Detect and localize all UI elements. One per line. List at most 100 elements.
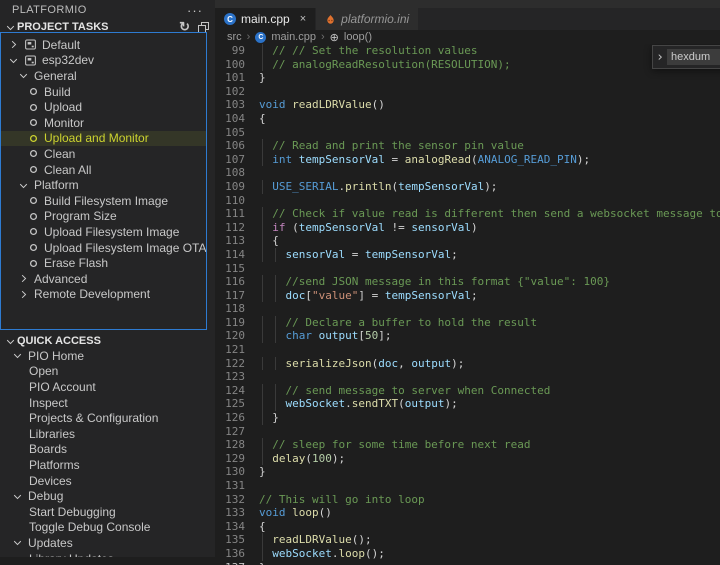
code-line-125[interactable]: 125 webSocket.sendTXT(output); bbox=[215, 397, 720, 412]
sidebar-item-build[interactable]: Build bbox=[1, 84, 206, 100]
code-line-122[interactable]: 122 serializeJson(doc, output); bbox=[215, 356, 720, 371]
sidebar-item-platform[interactable]: Platform bbox=[1, 177, 206, 193]
quick-access-title: QUICK ACCESS bbox=[17, 335, 101, 347]
line-number: 124 bbox=[225, 383, 245, 397]
code-line-110[interactable]: 110 bbox=[215, 194, 720, 208]
line-number: 105 bbox=[225, 125, 245, 139]
code-line-106[interactable]: 106 // Read and print the sensor pin val… bbox=[215, 139, 720, 153]
code-line-99[interactable]: 99 // // Set the resolution values bbox=[215, 44, 720, 58]
task-circle-icon bbox=[28, 86, 39, 97]
breadcrumb-file[interactable]: main.cpp bbox=[271, 31, 316, 43]
sidebar-item-erase-flash[interactable]: Erase Flash bbox=[1, 255, 206, 271]
code-text: } bbox=[259, 411, 279, 425]
quick-access-header[interactable]: QUICK ACCESS bbox=[0, 334, 215, 348]
item-label: Advanced bbox=[34, 271, 88, 286]
code-text: delay(100); bbox=[259, 451, 345, 466]
breadcrumb-src[interactable]: src bbox=[227, 31, 242, 43]
code-line-137[interactable]: 137} bbox=[215, 561, 720, 565]
chevron-down-icon bbox=[4, 336, 17, 347]
sidebar-item-library-updates[interactable]: Library Updates bbox=[0, 551, 215, 557]
line-number: 132 bbox=[225, 492, 245, 506]
sidebar-item-devices[interactable]: Devices bbox=[0, 473, 215, 489]
sidebar-item-pio-home[interactable]: PIO Home bbox=[0, 348, 215, 364]
code-line-135[interactable]: 135 readLDRValue(); bbox=[215, 533, 720, 547]
code-text: } bbox=[259, 465, 266, 479]
item-label: Monitor bbox=[44, 115, 85, 130]
sidebar-item-upload-and-monitor[interactable]: Upload and Monitor bbox=[1, 130, 206, 147]
sidebar-item-upload[interactable]: Upload bbox=[1, 99, 206, 115]
sidebar-item-general[interactable]: General bbox=[1, 68, 206, 84]
tab-platformio-ini[interactable]: platformio.ini bbox=[316, 8, 420, 30]
code-line-107[interactable]: 107 int tempSensorVal = analogRead(ANALO… bbox=[215, 152, 720, 167]
code-line-100[interactable]: 100 // analogReadResolution(RESOLUTION); bbox=[215, 57, 720, 72]
sidebar-item-program-size[interactable]: Program Size bbox=[1, 209, 206, 225]
line-number: 136 bbox=[225, 546, 245, 560]
code-line-103[interactable]: 103 void readLDRValue() bbox=[215, 98, 720, 112]
code-line-101[interactable]: 101} bbox=[215, 71, 720, 85]
sidebar-item-inspect[interactable]: Inspect bbox=[0, 395, 215, 411]
chevron-right-icon bbox=[18, 289, 29, 300]
code-line-129[interactable]: 129 delay(100); bbox=[215, 451, 720, 466]
line-number: 109 bbox=[225, 179, 245, 193]
code-line-105[interactable]: 105 bbox=[215, 126, 720, 140]
sidebar-item-projects-configuration[interactable]: Projects & Configuration bbox=[0, 410, 215, 426]
code-line-119[interactable]: 119 // Declare a buffer to hold the resu… bbox=[215, 315, 720, 330]
sidebar-item-start-debugging[interactable]: Start Debugging bbox=[0, 504, 215, 520]
sidebar-item-build-filesystem-image[interactable]: Build Filesystem Image bbox=[1, 193, 206, 209]
code-line-124[interactable]: 124 // send message to server when Conne… bbox=[215, 383, 720, 398]
code-line-126[interactable]: 126 } bbox=[215, 411, 720, 425]
code-line-116[interactable]: 116 //send JSON message in this format {… bbox=[215, 275, 720, 289]
code-text: // sleep for some time before next read bbox=[259, 438, 531, 452]
code-line-121[interactable]: 121 bbox=[215, 343, 720, 357]
line-number: 113 bbox=[225, 234, 245, 248]
code-line-133[interactable]: 133 void loop() bbox=[215, 506, 720, 520]
breadcrumb-symbol[interactable]: loop() bbox=[344, 31, 372, 43]
code-line-111[interactable]: 111 // Check if value read is different … bbox=[215, 207, 720, 221]
sidebar-item-esp32dev[interactable]: esp32dev bbox=[1, 53, 206, 69]
code-line-102[interactable]: 102 bbox=[215, 85, 720, 99]
sidebar-item-clean[interactable]: Clean bbox=[1, 146, 206, 162]
code-line-112[interactable]: 112 if (tempSensorVal != sensorVal) bbox=[215, 220, 720, 235]
code-line-127[interactable]: 127 bbox=[215, 425, 720, 439]
sidebar-item-upload-filesystem-image[interactable]: Upload Filesystem Image bbox=[1, 224, 206, 240]
code-line-114[interactable]: 114 sensorVal = tempSensorVal; bbox=[215, 247, 720, 262]
code-line-108[interactable]: 108 bbox=[215, 166, 720, 180]
code-text: sensorVal = tempSensorVal; bbox=[259, 247, 458, 262]
sidebar-item-debug[interactable]: Debug bbox=[0, 488, 215, 504]
find-input[interactable]: hexdum bbox=[667, 49, 720, 65]
code-line-109[interactable]: 109 USE_SERIAL.println(tempSensorVal); bbox=[215, 179, 720, 194]
cpp-file-icon: C bbox=[255, 31, 267, 43]
collapse-all-icon[interactable] bbox=[198, 21, 209, 33]
code-line-120[interactable]: 120 char output[50]; bbox=[215, 329, 720, 344]
code-line-128[interactable]: 128 // sleep for some time before next r… bbox=[215, 438, 720, 452]
sidebar-item-platforms[interactable]: Platforms bbox=[0, 457, 215, 473]
code-line-131[interactable]: 131 bbox=[215, 479, 720, 493]
close-icon[interactable]: × bbox=[300, 13, 306, 25]
code-line-123[interactable]: 123 bbox=[215, 370, 720, 384]
sidebar-item-advanced[interactable]: Advanced bbox=[1, 271, 206, 287]
sidebar-item-toggle-debug-console[interactable]: Toggle Debug Console bbox=[0, 520, 215, 536]
sidebar-item-boards[interactable]: Boards bbox=[0, 442, 215, 458]
find-expand-chevron-icon[interactable]: › bbox=[653, 50, 667, 65]
code-line-118[interactable]: 118 bbox=[215, 302, 720, 316]
sidebar-item-remote-development[interactable]: Remote Development bbox=[1, 287, 206, 303]
tab-main-cpp[interactable]: C main.cpp × bbox=[215, 8, 317, 30]
code-line-117[interactable]: 117 doc["value"] = tempSensorVal; bbox=[215, 288, 720, 303]
sidebar-item-libraries[interactable]: Libraries bbox=[0, 426, 215, 442]
code-line-136[interactable]: 136 webSocket.loop(); bbox=[215, 546, 720, 561]
sidebar-item-clean-all[interactable]: Clean All bbox=[1, 162, 206, 178]
sidebar-item-monitor[interactable]: Monitor bbox=[1, 115, 206, 131]
code-editor[interactable]: › hexdum 99 // // Set the resolution val… bbox=[215, 44, 720, 565]
sidebar-item-open[interactable]: Open bbox=[0, 364, 215, 380]
sidebar-item-updates[interactable]: Updates bbox=[0, 535, 215, 551]
code-line-115[interactable]: 115 bbox=[215, 262, 720, 276]
code-line-113[interactable]: 113 { bbox=[215, 234, 720, 248]
code-line-130[interactable]: 130} bbox=[215, 465, 720, 479]
code-line-134[interactable]: 134 { bbox=[215, 520, 720, 534]
code-line-104[interactable]: 104 { bbox=[215, 112, 720, 126]
code-line-132[interactable]: 132 // This will go into loop bbox=[215, 493, 720, 507]
more-actions-icon[interactable]: ··· bbox=[187, 3, 203, 18]
sidebar-item-upload-filesystem-image-ota[interactable]: Upload Filesystem Image OTA bbox=[1, 240, 206, 256]
sidebar-item-default[interactable]: Default bbox=[1, 37, 206, 53]
sidebar-item-pio-account[interactable]: PIO Account bbox=[0, 379, 215, 395]
